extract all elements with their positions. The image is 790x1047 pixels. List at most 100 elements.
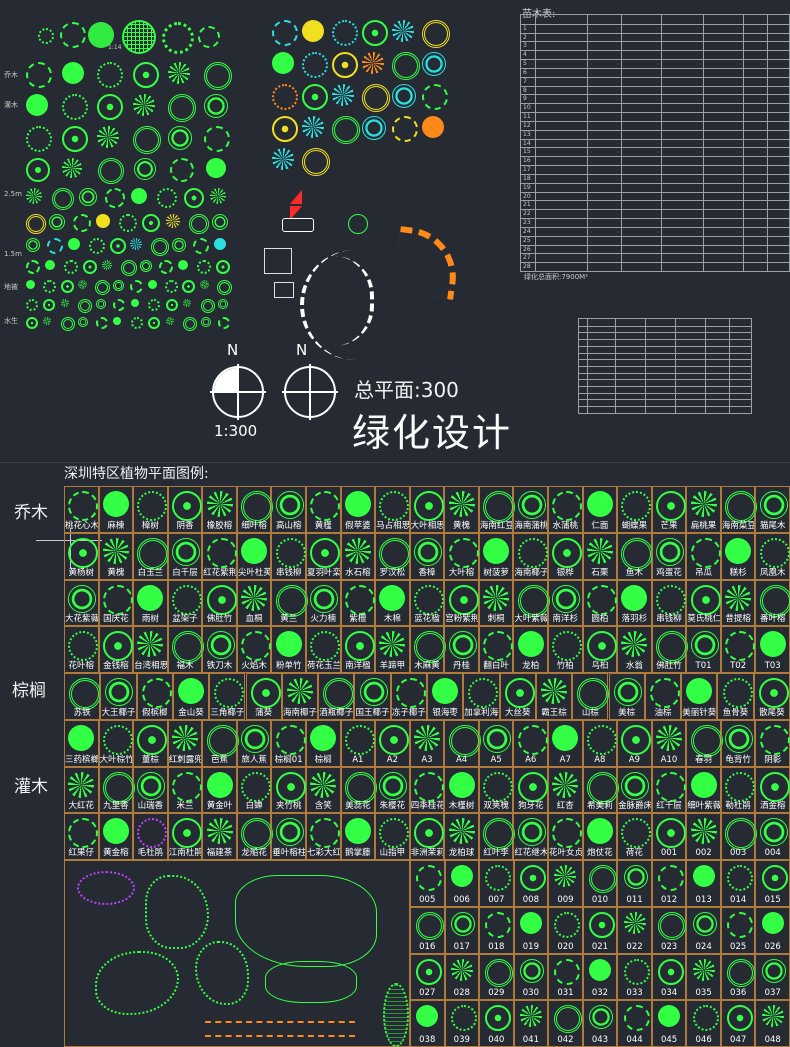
plant-symbol-icon — [197, 260, 211, 274]
legend-label: 山棕 — [581, 707, 599, 718]
plant-symbol-icon — [142, 214, 161, 232]
legend-label: 荷花 — [625, 848, 643, 858]
table-row-number: 28 — [523, 263, 531, 271]
plant-symbol-icon — [168, 94, 197, 122]
legend-cell: 美棕 — [608, 673, 645, 720]
table-col-line — [615, 319, 616, 413]
table-row-line — [579, 372, 751, 374]
plant-symbol-icon — [359, 678, 388, 706]
plant-symbol-icon — [379, 631, 406, 658]
legend-cell: 石栗 — [582, 532, 618, 580]
legend-label: A5 — [490, 754, 502, 765]
legend-label: 树菠萝 — [483, 567, 509, 578]
plant-symbol-icon — [450, 958, 473, 981]
plant-symbol-icon — [344, 818, 371, 845]
legend-label: 红花紫荆 — [203, 567, 236, 578]
legend-cell: 扁桃果 — [686, 486, 721, 533]
legend-label: 双荚槐 — [483, 801, 509, 812]
table-row-number: 5 — [523, 60, 527, 68]
plant-symbol-icon — [200, 317, 211, 327]
plant-symbol-icon — [485, 958, 514, 987]
legend-label: 水石榕 — [345, 567, 371, 578]
legend-cell: 蓝花楹 — [409, 579, 445, 627]
nursery-table: 1 2 3 4 5 6 7 8 9 10 11 12 13 14 15 16 17 18 19 20 21 22 23 24 2… — [520, 14, 790, 272]
legend-label: 红杏 — [556, 801, 574, 812]
legend-cell: 大叶榕 — [444, 532, 479, 580]
plant-symbol-icon — [172, 238, 187, 252]
legend-cell: 032 — [582, 953, 618, 1001]
legend-label: 034 — [660, 988, 678, 999]
legend-label: 黄兰 — [280, 614, 298, 625]
plant-symbol-icon — [88, 238, 105, 254]
legend-cell: 红杏 — [548, 766, 583, 814]
plant-symbol-icon — [727, 865, 754, 891]
legend-label: 粉单竹 — [275, 661, 302, 671]
legend-cell: A8 — [582, 719, 618, 767]
legend-label: 串钱柳 — [656, 614, 682, 625]
legend-label: 台湾相思 — [134, 661, 167, 671]
table-row-number: 1 — [523, 24, 527, 32]
plant-symbol-icon — [137, 491, 168, 521]
table-row-line — [521, 23, 789, 25]
tree-symbol-icon — [122, 20, 156, 54]
legend-label: 白千层 — [172, 567, 198, 578]
legend-label: 海南蒲桃 — [514, 520, 547, 531]
plant-symbol-icon — [519, 958, 544, 983]
legend-label: 阴香 — [176, 520, 194, 531]
legend-label: 垂叶榕柱 — [272, 848, 305, 858]
table-row-line — [521, 50, 789, 52]
plant-symbol-icon — [686, 678, 713, 704]
legend-cell: 苏铁 — [64, 673, 102, 720]
legend-cell: 019 — [513, 906, 549, 954]
table-row-number: 18 — [523, 174, 531, 182]
table-col-line — [535, 15, 536, 271]
plant-symbol-icon — [61, 126, 88, 152]
plant-symbol-icon — [655, 818, 686, 849]
legend-label: 荷花玉兰 — [307, 661, 340, 671]
legend-cell: 034 — [651, 953, 687, 1001]
plant-symbol-icon — [132, 94, 155, 116]
legend-label: 016 — [419, 941, 436, 952]
legend-cell: 白玉兰 — [133, 532, 170, 580]
legend-label: 扁桃果 — [690, 520, 717, 531]
plant-symbol-icon — [552, 537, 583, 568]
plant-symbol-icon — [658, 958, 685, 985]
table-col-line — [705, 319, 706, 413]
plant-symbol-icon — [26, 238, 40, 252]
legend-cell: 026 — [755, 906, 790, 954]
legend-label: 蒲葵 — [255, 707, 273, 718]
table-row-line — [521, 182, 789, 184]
legend-cell: 水翁 — [617, 626, 652, 673]
legend-cell: 番叶榕 — [755, 579, 790, 627]
legend-cell: 橡胶榕 — [202, 486, 237, 533]
legend-label: 021 — [591, 941, 609, 952]
legend-label: 七彩大红花 — [307, 848, 340, 858]
plant-symbol-icon — [621, 724, 652, 755]
table-col-line — [645, 319, 646, 413]
plant-symbol-icon — [171, 537, 200, 566]
plant-symbol-icon — [170, 158, 194, 182]
plant-symbol-icon — [26, 188, 42, 204]
legend-label: 加拿利海枣 — [464, 707, 499, 718]
plant-symbol-icon — [379, 771, 408, 800]
plant-symbol-icon — [68, 584, 97, 613]
table-row-number: 25 — [523, 236, 531, 244]
legend-cell: 009 — [548, 860, 583, 907]
legend-cell: 蝴蝶果 — [617, 486, 652, 533]
legend-cell: 香樟 — [409, 532, 445, 580]
legend-label: A10 — [660, 754, 678, 765]
legend-cell: 鹅掌藤 — [340, 813, 376, 860]
legend-label: 023 — [660, 941, 678, 952]
tree-symbol-icon — [162, 22, 194, 54]
plant-symbol-icon — [655, 537, 684, 566]
legend-label: 027 — [419, 988, 436, 999]
legend-cell: 阴影 — [755, 719, 790, 767]
legend-label: 红叶李 — [483, 848, 509, 858]
plant-symbol-icon — [552, 818, 583, 849]
plant-symbol-icon — [241, 631, 272, 662]
legend-cell: 美蕊花 — [340, 766, 377, 814]
legend-label: 宫粉紫荆 — [445, 614, 478, 625]
plant-symbol-icon — [26, 280, 35, 289]
plant-symbol-icon — [26, 260, 40, 274]
legend-label: 江南杜鹃 — [168, 848, 202, 858]
